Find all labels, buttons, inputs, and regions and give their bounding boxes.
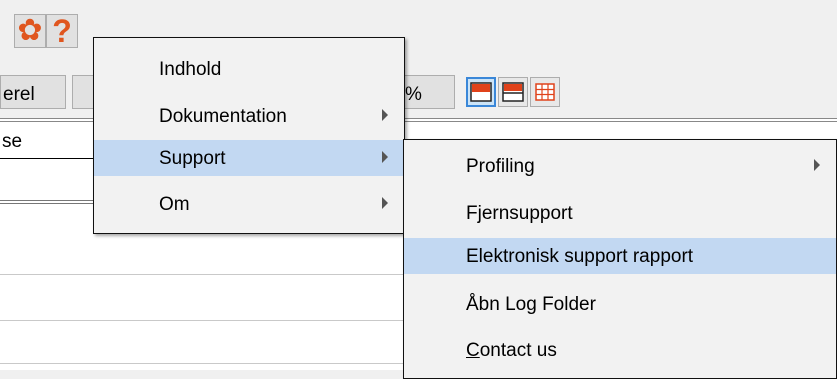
menu-item-label: Contact us [466,340,557,362]
layout-grid-icon [535,83,555,101]
help-button[interactable]: ? [46,14,78,48]
menu-item-label: Åbn Log Folder [466,294,596,315]
menu-item-indhold[interactable]: Indhold [94,51,404,87]
grid-header-label: se [2,131,23,152]
toolbar-button-erel[interactable]: erel [0,75,66,109]
chevron-right-icon [382,151,388,163]
menu-item-label-rest: ontact us [479,340,557,361]
settings-button[interactable]: ✿ [14,14,46,48]
chevron-right-icon [382,109,388,121]
help-icon: ? [52,13,72,49]
toolbar-button-erel-label: erel [3,84,35,105]
menu-item-label: Dokumentation [159,106,287,127]
menu-item-label: Om [159,194,190,215]
menu-item-label: Elektronisk support rapport [466,246,694,267]
menu-item-om[interactable]: Om [94,186,404,222]
menu-item-aabn-log-folder[interactable]: Åbn Log Folder [404,286,836,322]
chevron-right-icon [382,197,388,209]
table-row[interactable] [0,274,420,275]
chevron-right-icon [814,159,820,171]
support-submenu: Profiling Fjernsupport Elektronisk suppo… [403,139,837,379]
help-menu: Indhold Dokumentation Support Om [93,37,405,234]
menu-item-label: Fjernsupport [466,203,573,224]
menu-item-profiling[interactable]: Profiling [404,148,836,184]
menu-item-mnemonic: C [466,340,480,361]
layout-split-icon [502,82,524,102]
table-row[interactable] [0,363,420,364]
menu-item-elektronisk-support-rapport[interactable]: Elektronisk support rapport [404,238,836,274]
menu-item-dokumentation[interactable]: Dokumentation [94,98,404,134]
zoom-label: % [405,84,422,105]
menu-item-fjernsupport[interactable]: Fjernsupport [404,195,836,231]
menu-item-label: Indhold [159,59,222,80]
menu-item-label: Support [159,148,226,169]
gear-icon: ✿ [17,14,43,47]
menu-item-label: Profiling [466,156,535,177]
layout-grid-button[interactable] [530,77,560,107]
layout-split-button[interactable] [498,77,528,107]
menu-item-support[interactable]: Support [94,140,404,176]
menu-item-contact-us[interactable]: Contact us [404,332,836,368]
table-row[interactable] [0,320,420,321]
layout-single-button[interactable] [466,77,496,107]
layout-single-icon [470,82,492,102]
